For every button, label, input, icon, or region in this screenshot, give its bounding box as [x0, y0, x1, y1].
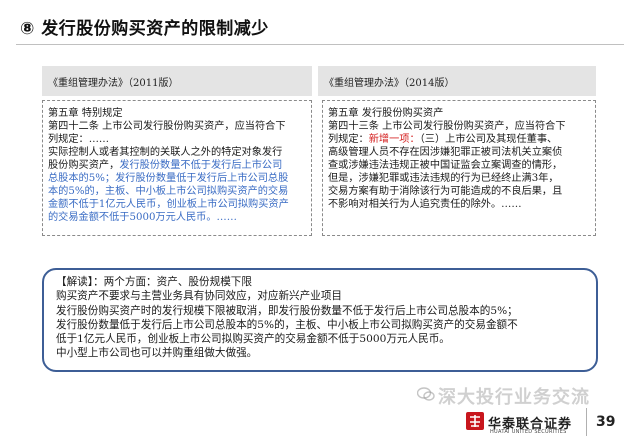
note-line: 中小型上市公司也可以并购重组做大做强。	[56, 347, 258, 360]
highlighted-text: 本的5%的，主板、中小板上市公司拟购买资产的交易	[48, 186, 289, 197]
text-line: 交易方案有助于消除该行为可能造成的不良后果，且	[328, 185, 590, 198]
page-title: ⑧ 发行股份购买资产的限制减少	[20, 19, 269, 39]
text-line: 但是，涉嫌犯罪或违法违规的行为已经终止满3年，	[328, 172, 590, 185]
text-line: 第四十三条 上市公司发行股份购买资产，应当符合下	[328, 120, 590, 133]
text-line: 实际控制人或者其控制的关联人之外的特定对象发行	[48, 146, 306, 159]
highlighted-text: 的交易金额不低于5000万元人民币。……	[48, 212, 237, 223]
text-line: 总股本的5%；发行股份数量低于发行后上市公司总股	[48, 172, 306, 185]
highlighted-text: 发行股份数量不低于发行后上市公司	[119, 160, 283, 171]
regulation-2014-box: 第五章 发行股份购买资产第四十三条 上市公司发行股份购买资产，应当符合下 列规定：…	[322, 100, 596, 236]
note-line: 发行股份数量低于发行后上市公司总股本的5%的，主板、中小板上市公司拟购买资产的交…	[56, 318, 518, 331]
text-line: 本的5%的，主板、中小板上市公司拟购买资产的交易	[48, 185, 306, 198]
watermark-text: 深大投行业务交流	[438, 387, 590, 408]
brand-logo-icon	[466, 412, 484, 430]
highlighted-text: 总股本的5%；发行股份数量低于发行后上市公司总股	[48, 173, 289, 184]
right-column-header: 《重组管理办法》（2014版）	[318, 66, 596, 96]
text-segment: 列规定：……	[48, 134, 110, 145]
footer-divider	[586, 408, 587, 436]
text-segment: 查或涉嫌违法违规正被中国证监会立案调查的情形，	[328, 160, 563, 171]
highlighted-text: 金额不低于1亿元人民币，创业板上市公司拟购买资产	[48, 199, 289, 210]
title-bar: ⑧ 发行股份购买资产的限制减少	[12, 8, 628, 48]
text-segment: 不影响对相关行为人追究责任的除外。……	[328, 199, 522, 210]
title-divider	[16, 44, 624, 45]
text-segment: （三）上市公司及其现任董事、	[419, 134, 558, 145]
text-line: 列规定：……	[48, 133, 306, 146]
text-line: 金额不低于1亿元人民币，创业板上市公司拟购买资产	[48, 198, 306, 211]
text-line: 查或涉嫌违法违规正被中国证监会立案调查的情形，	[328, 159, 590, 172]
text-line: 股份购买资产，发行股份数量不低于发行后上市公司	[48, 159, 306, 172]
text-line: 第五章 发行股份购买资产	[328, 107, 590, 120]
text-segment: 交易方案有助于消除该行为可能造成的不良后果，且	[328, 186, 563, 197]
regulation-2011-box: 第五章 特别规定第四十二条 上市公司发行股份购买资产，应当符合下 列规定：…… 实际…	[42, 100, 312, 236]
text-segment: 但是，涉嫌犯罪或违法违规的行为已经终止满3年，	[328, 173, 559, 184]
note-line: 购买资产不要求与主营业务具有协同效应，对应新兴产业项目	[56, 290, 343, 303]
text-segment: 第五章 特别规定	[48, 108, 123, 119]
text-segment: 股份购买资产，	[48, 160, 120, 171]
wechat-icon	[416, 386, 435, 405]
text-segment: 第五章 发行股份购买资产	[328, 108, 444, 119]
text-line: 的交易金额不低于5000万元人民币。……	[48, 211, 306, 224]
left-column-header: 《重组管理办法》（2011版）	[42, 66, 312, 96]
text-segment: 第四十二条 上市公司发行股份购买资产，应当符合下	[48, 121, 286, 132]
text-line: 不影响对相关行为人追究责任的除外。……	[328, 198, 590, 211]
text-line: 第四十二条 上市公司发行股份购买资产，应当符合下	[48, 120, 306, 133]
text-segment: 实际控制人或者其控制的关联人之外的特定对象发行	[48, 147, 283, 158]
note-line: 低于1亿元人民币，创业板上市公司拟购买资产的交易金额不低于5000万元人民币。	[56, 333, 450, 346]
brand-name-en: HUATAI UNITED SECURITIES	[490, 429, 567, 435]
note-line: 发行股份购买资产时的发行规模下限被取消，即发行股份数量不低于发行后上市公司总股本…	[56, 304, 518, 317]
text-line: 列规定：新增一项：（三）上市公司及其现任董事、	[328, 133, 590, 146]
text-line: 高级管理人员不存在因涉嫌犯罪正被司法机关立案侦	[328, 146, 590, 159]
text-line: 第五章 特别规定	[48, 107, 306, 120]
text-segment: 第四十三条 上市公司发行股份购买资产，应当符合下	[328, 121, 566, 132]
note-line: 【解读】：两个方面：资产、股份规模下限	[56, 276, 252, 288]
page-number: 39	[596, 414, 616, 430]
text-segment: 列规定：	[328, 134, 369, 145]
text-segment: 高级管理人员不存在因涉嫌犯罪正被司法机关立案侦	[328, 147, 563, 158]
new-item-label: 新增一项：	[368, 134, 420, 145]
interpretation-note: 【解读】：两个方面：资产、股份规模下限购买资产不要求与主营业务具有协同效应，对应…	[42, 268, 598, 372]
